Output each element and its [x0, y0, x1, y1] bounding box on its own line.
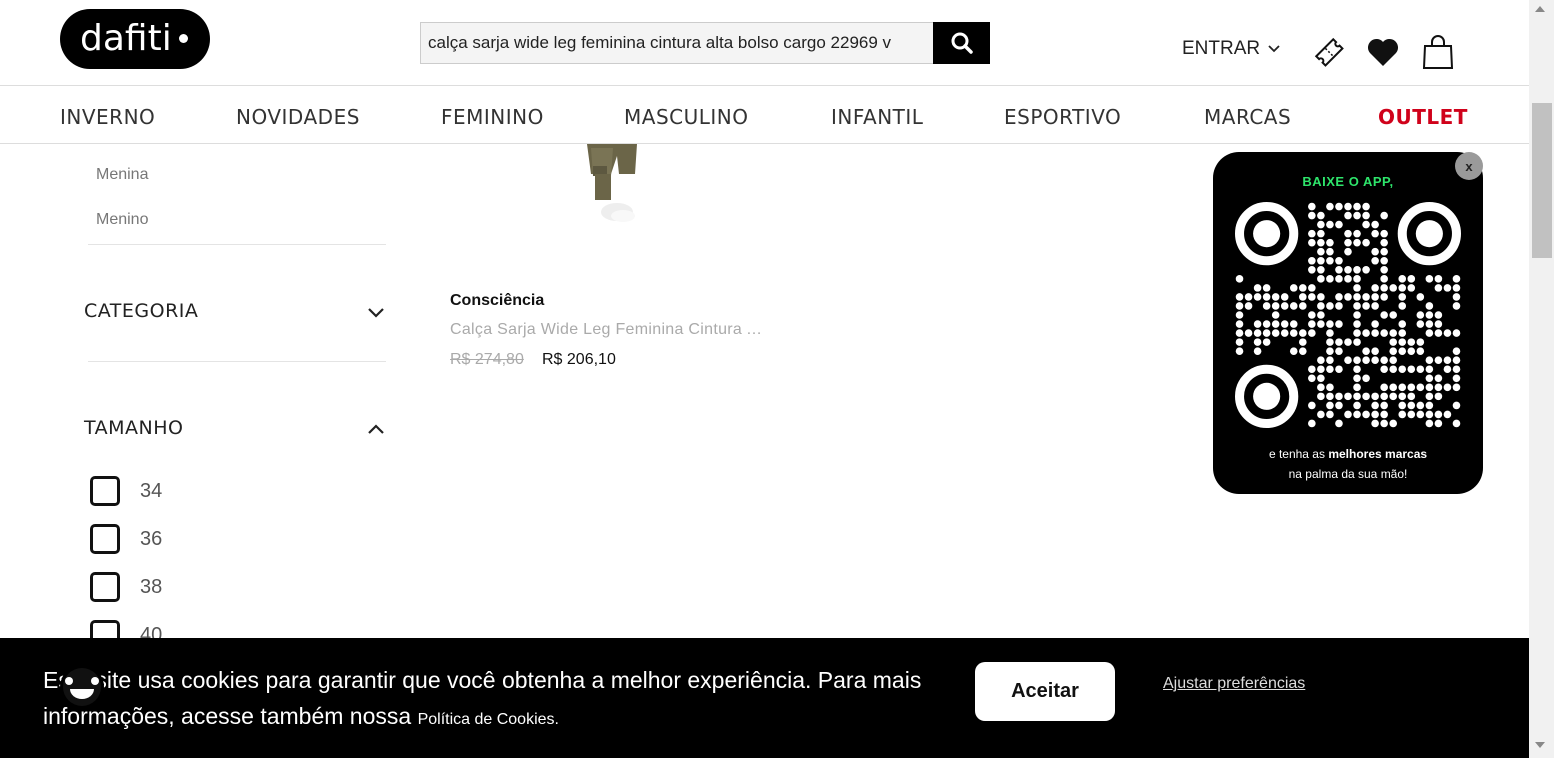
header: dafiti calça sarja wide leg feminina cin… — [0, 0, 1529, 86]
scrollbar-thumb[interactable] — [1532, 103, 1552, 258]
login-label: ENTRAR — [1182, 38, 1261, 59]
login-menu[interactable]: ENTRAR — [1182, 38, 1280, 60]
promo-close-button[interactable]: x — [1455, 152, 1483, 180]
promo-subtitle: e tenha as melhores marcas na palma da s… — [1213, 444, 1483, 484]
nav-item-esportivo[interactable]: ESPORTIVO — [1004, 105, 1121, 129]
size-option-36[interactable]: 36 — [90, 524, 162, 554]
scroll-down-arrow-icon[interactable] — [1535, 742, 1545, 748]
facet-category-title[interactable]: CATEGORIA — [84, 300, 198, 322]
size-checkbox[interactable] — [90, 572, 120, 602]
nav-item-outlet[interactable]: OUTLET — [1378, 105, 1468, 129]
dafiti-logo[interactable]: dafiti — [60, 9, 210, 69]
nav-item-infantil[interactable]: INFANTIL — [831, 105, 923, 129]
scroll-up-arrow-icon[interactable] — [1535, 6, 1545, 12]
logo-text: dafiti — [80, 18, 172, 59]
nav-item-novidades[interactable]: NOVIDADES — [236, 105, 360, 129]
search-icon — [951, 32, 973, 54]
promo-subtitle-bold: melhores marcas — [1328, 447, 1428, 461]
cookie-policy-link[interactable]: Política de Cookies. — [418, 711, 559, 728]
wishlist-button[interactable] — [1365, 34, 1401, 70]
promo-subtitle-post: na palma da sua mão! — [1288, 467, 1408, 481]
page: dafiti calça sarja wide leg feminina cin… — [0, 0, 1554, 758]
heart-icon — [1367, 38, 1399, 66]
size-label: 36 — [140, 527, 163, 550]
size-option-38[interactable]: 38 — [90, 572, 162, 602]
product-price: R$ 206,10 — [542, 351, 616, 368]
search-input[interactable]: calça sarja wide leg feminina cintura al… — [420, 22, 934, 64]
main-nav: INVERNO NOVIDADES FEMININO MASCULINO INF… — [0, 86, 1529, 144]
search-button[interactable] — [933, 22, 990, 64]
nav-item-marcas[interactable]: MARCAS — [1204, 105, 1291, 129]
cart-button[interactable] — [1420, 34, 1456, 70]
nav-item-inverno[interactable]: INVERNO — [60, 105, 155, 129]
promo-subtitle-pre: e tenha as — [1268, 447, 1329, 461]
cookie-banner: Este site usa cookies para garantir que … — [0, 638, 1529, 758]
size-label: 38 — [140, 575, 163, 598]
product-brand[interactable]: Consciência — [450, 292, 544, 310]
shopping-bag-icon — [1422, 35, 1454, 69]
chevron-up-icon[interactable] — [366, 419, 386, 439]
cookie-message: Este site usa cookies para garantir que … — [43, 662, 923, 738]
product-old-price: R$ 274,80 — [450, 351, 524, 368]
adjust-preferences-link[interactable]: Ajustar preferências — [1163, 675, 1305, 693]
divider — [88, 361, 386, 362]
nav-item-feminino[interactable]: FEMININO — [441, 105, 544, 129]
chevron-down-icon[interactable] — [366, 302, 386, 322]
app-download-popup[interactable]: BAIXE O APP, e tenha as melhores marcas … — [1213, 152, 1483, 494]
chevron-down-icon — [1268, 45, 1280, 53]
qr-code — [1235, 202, 1461, 428]
product-image[interactable] — [575, 144, 655, 230]
size-checkbox[interactable] — [90, 476, 120, 506]
divider — [88, 244, 386, 245]
coupon-button[interactable] — [1311, 34, 1347, 70]
logo-dot — [179, 34, 188, 43]
filter-link-menino[interactable]: Menino — [96, 211, 148, 229]
size-checkbox[interactable] — [90, 524, 120, 554]
chat-bubble-icon[interactable] — [57, 662, 107, 712]
product-name[interactable]: Calça Sarja Wide Leg Feminina Cintura Al… — [450, 321, 772, 339]
filter-link-menina[interactable]: Menina — [96, 166, 148, 184]
facet-size-title[interactable]: TAMANHO — [84, 417, 183, 439]
accept-cookies-button[interactable]: Aceitar — [975, 662, 1115, 721]
size-option-34[interactable]: 34 — [90, 476, 162, 506]
nav-item-masculino[interactable]: MASCULINO — [624, 105, 748, 129]
promo-title: BAIXE O APP, — [1302, 174, 1394, 189]
ticket-icon — [1314, 37, 1344, 67]
size-label: 34 — [140, 479, 163, 502]
